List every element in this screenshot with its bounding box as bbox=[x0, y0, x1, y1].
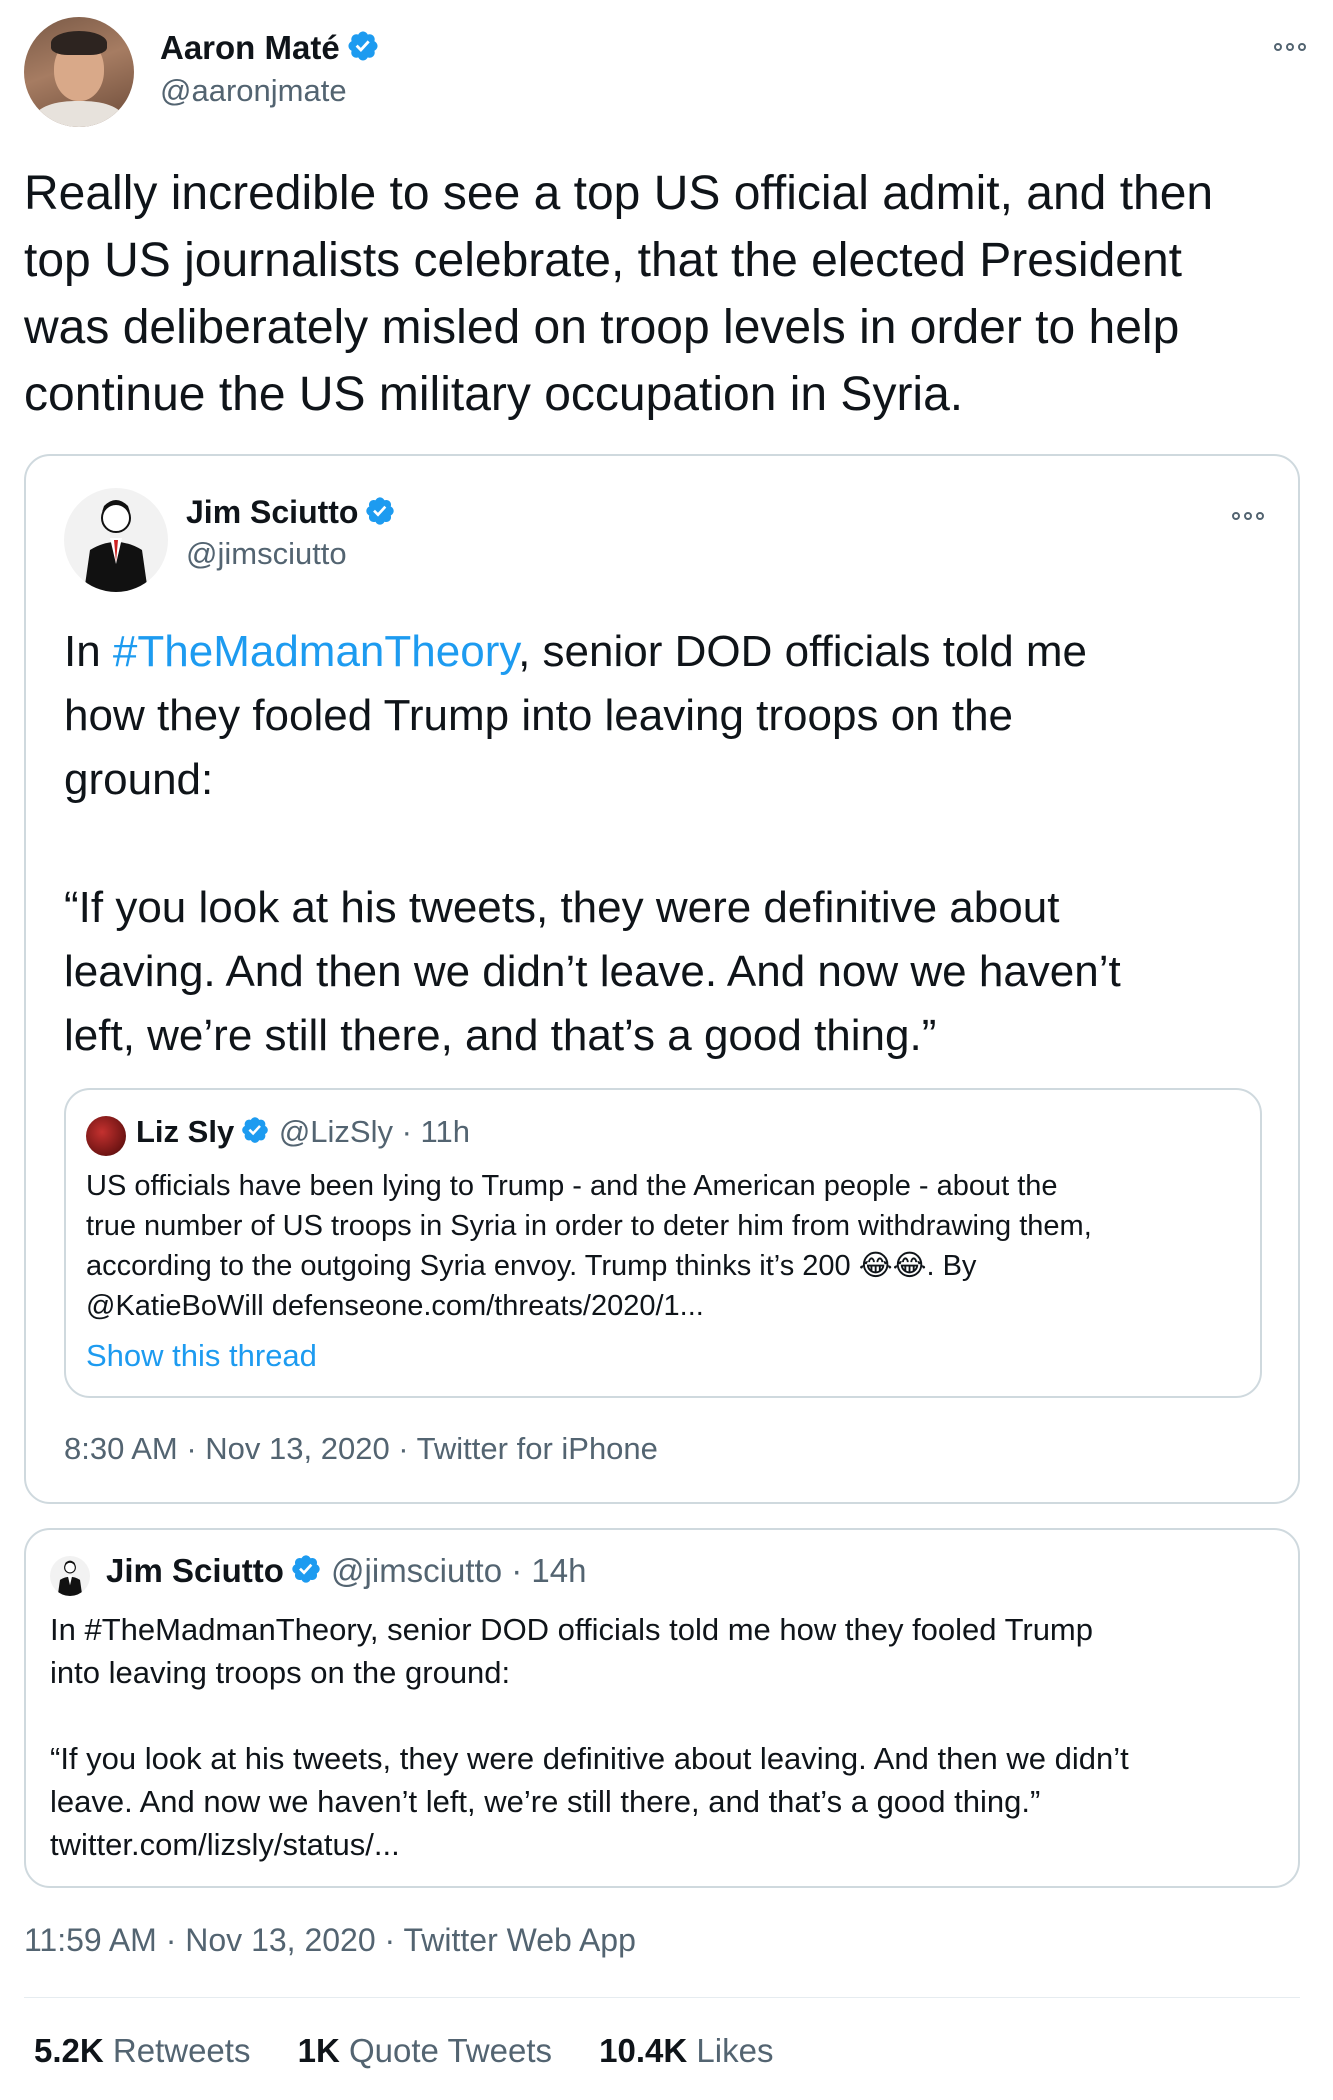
tweet-timestamp[interactable]: 11:59 AM · Nov 13, 2020 · Twitter Web Ap… bbox=[24, 1922, 636, 1959]
more-options-icon[interactable] bbox=[1232, 512, 1264, 520]
quoted-text-line: leaving. And then we didn’t leave. And n… bbox=[64, 947, 1121, 996]
quoted-text-line: “If you look at his tweets, they were de… bbox=[64, 883, 1060, 932]
verified-badge-icon bbox=[364, 495, 396, 535]
retweets-count: 5.2K bbox=[34, 2032, 104, 2069]
second-text-line: leave. And now we haven’t left, we’re st… bbox=[50, 1784, 1041, 1819]
second-text-line: In #TheMadmanTheory, senior DOD official… bbox=[50, 1612, 1093, 1647]
second-text-line: into leaving troops on the ground: bbox=[50, 1655, 511, 1690]
verified-badge-icon bbox=[240, 1115, 270, 1153]
second-text-line: “If you look at his tweets, they were de… bbox=[50, 1741, 1129, 1776]
avatar-shirt bbox=[34, 101, 124, 127]
nested-author-name[interactable]: Liz Sly bbox=[136, 1114, 234, 1149]
nested-author-avatar[interactable] bbox=[86, 1116, 126, 1156]
nested-text-line: according to the outgoing Syria envoy. T… bbox=[86, 1250, 977, 1282]
second-quoted-tweet-card[interactable]: Jim Sciutto @jimsciutto · 14h In #TheMad… bbox=[24, 1528, 1300, 1888]
quoted-text-prefix: In bbox=[64, 627, 113, 676]
quoted-text-line: In #TheMadmanTheory, senior DOD official… bbox=[64, 620, 1264, 684]
avatar[interactable] bbox=[24, 17, 134, 127]
tweet-text: Really incredible to see a top US offici… bbox=[24, 167, 1214, 421]
quoted-tweet-card[interactable]: Jim Sciutto @jimsciutto In #TheMadmanThe… bbox=[24, 454, 1300, 1504]
quoted-author-avatar[interactable] bbox=[64, 488, 168, 592]
nested-text-line: true number of US troops in Syria in ord… bbox=[86, 1210, 1092, 1242]
avatar-hair bbox=[51, 31, 107, 55]
divider bbox=[24, 1997, 1300, 1998]
nested-text-line: US officials have been lying to Trump - … bbox=[86, 1170, 1058, 1202]
quote-tweets-count: 1K bbox=[297, 2032, 340, 2069]
nested-author-handle[interactable]: @LizSly · 11h bbox=[279, 1114, 470, 1149]
nested-text-line[interactable]: @KatieBoWill defenseone.com/threats/2020… bbox=[86, 1286, 1246, 1326]
nested-quoted-tweet-card[interactable]: Liz Sly @LizSly · 11h US officials have … bbox=[64, 1088, 1262, 1398]
hashtag-link[interactable]: #TheMadmanTheory bbox=[113, 627, 518, 676]
quoted-text-line: how they fooled Trump into leaving troop… bbox=[64, 691, 1014, 740]
quoted-text-suffix: , senior DOD officials told me bbox=[518, 627, 1088, 676]
quoted-tweet-text: In #TheMadmanTheory, senior DOD official… bbox=[64, 620, 1264, 1068]
quoted-author-name[interactable]: Jim Sciutto bbox=[186, 494, 396, 535]
quote-tweets-stat[interactable]: 1K Quote Tweets bbox=[298, 2032, 552, 2070]
author-handle[interactable]: @aaronjmate bbox=[160, 73, 347, 109]
second-quoted-author-line[interactable]: Jim Sciutto @jimsciutto · 14h bbox=[106, 1552, 586, 1593]
more-options-icon[interactable] bbox=[1274, 43, 1306, 51]
second-quoted-author-handle[interactable]: @jimsciutto · 14h bbox=[331, 1552, 586, 1589]
quoted-text-line: left, we’re still there, and that’s a go… bbox=[64, 1011, 937, 1060]
likes-stat[interactable]: 10.4K Likes bbox=[599, 2032, 773, 2070]
quoted-tweet-timestamp[interactable]: 8:30 AM · Nov 13, 2020 · Twitter for iPh… bbox=[64, 1431, 658, 1467]
author-name-text[interactable]: Aaron Maté bbox=[160, 29, 340, 66]
retweets-label: Retweets bbox=[112, 2032, 251, 2069]
verified-badge-icon bbox=[346, 29, 380, 71]
quoted-author-handle[interactable]: @jimsciutto bbox=[186, 536, 347, 572]
likes-count: 10.4K bbox=[599, 2032, 688, 2069]
nested-author-line[interactable]: Liz Sly @LizSly · 11h bbox=[136, 1114, 470, 1153]
quoted-text-line: ground: bbox=[64, 755, 214, 804]
second-text-link[interactable]: twitter.com/lizsly/status/... bbox=[50, 1823, 1280, 1866]
author-name[interactable]: Aaron Maté bbox=[160, 29, 380, 71]
nested-tweet-text: US officials have been lying to Trump - … bbox=[86, 1166, 1246, 1326]
tweet-stats: 5.2K Retweets 1K Quote Tweets 10.4K Like… bbox=[34, 2032, 811, 2070]
verified-badge-icon bbox=[290, 1553, 322, 1593]
tweet-header: Aaron Maté @aaronjmate bbox=[24, 17, 1314, 127]
second-quoted-author-avatar[interactable] bbox=[50, 1556, 90, 1596]
quote-tweets-label: Quote Tweets bbox=[348, 2032, 552, 2069]
second-quoted-tweet-text: In #TheMadmanTheory, senior DOD official… bbox=[50, 1608, 1280, 1866]
show-thread-link[interactable]: Show this thread bbox=[86, 1338, 317, 1374]
second-quoted-author-name[interactable]: Jim Sciutto bbox=[106, 1552, 284, 1589]
quoted-author-name-text[interactable]: Jim Sciutto bbox=[186, 494, 358, 530]
retweets-stat[interactable]: 5.2K Retweets bbox=[34, 2032, 250, 2070]
likes-label: Likes bbox=[696, 2032, 774, 2069]
